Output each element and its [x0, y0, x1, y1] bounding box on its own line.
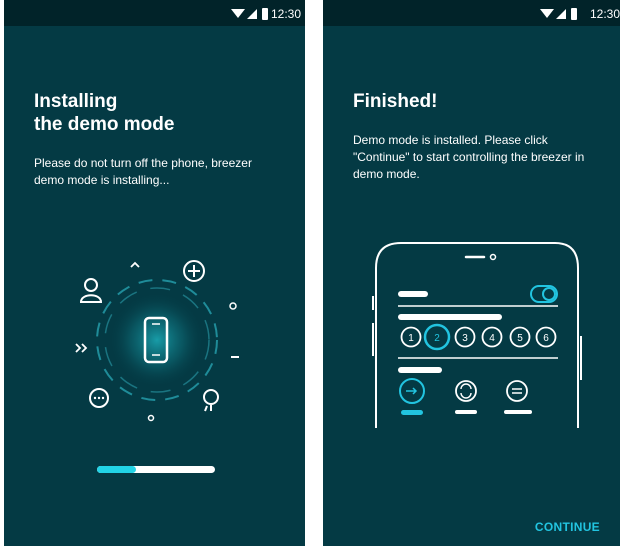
chevron-up-icon — [130, 261, 140, 268]
signal-icon — [247, 9, 257, 19]
mock-label-bar — [398, 291, 428, 297]
wifi-icon — [540, 9, 554, 18]
phone-illustration: 1 2 3 4 5 6 — [372, 242, 582, 428]
mock-label-bar — [398, 367, 442, 373]
page-title: Installing the demo mode — [34, 90, 174, 136]
small-circle-dot-bottom — [147, 414, 155, 422]
status-bar: 12:30 — [323, 0, 620, 26]
speed-option: 6 — [535, 326, 557, 348]
install-screen: 12:30 Installing the demo mode Please do… — [4, 0, 305, 546]
mode-underline-active — [401, 410, 423, 415]
title-line-2: the demo mode — [34, 114, 175, 135]
status-icons — [540, 8, 577, 20]
speed-option: 5 — [509, 326, 531, 348]
speed-option-label: 2 — [434, 333, 440, 344]
speed-option-label: 3 — [462, 333, 468, 344]
status-bar: 12:30 — [4, 0, 305, 26]
speed-option-label: 4 — [489, 333, 495, 344]
install-message: Please do not turn off the phone, breeze… — [34, 156, 252, 187]
continue-button[interactable]: CONTINUE — [535, 520, 600, 534]
chat-icon — [89, 388, 109, 408]
lightbulb-icon — [203, 389, 219, 412]
recycle-circle-icon — [506, 380, 528, 402]
speed-option-label: 1 — [408, 333, 414, 344]
title-line-1: Installing — [34, 91, 118, 112]
speed-option: 2 — [423, 323, 451, 351]
progress-fill — [97, 466, 136, 473]
status-time: 12:30 — [271, 7, 302, 21]
refresh-circle-icon — [455, 380, 477, 402]
speed-option: 1 — [400, 326, 422, 348]
battery-icon — [262, 8, 268, 20]
finished-screen: 12:30 Finished! Demo mode is installed. … — [323, 0, 620, 546]
glow-circle — [109, 292, 205, 388]
toggle-icon — [530, 285, 558, 303]
person-icon — [79, 278, 103, 303]
status-time: 12:30 — [590, 7, 620, 21]
small-circle-dot — [229, 302, 237, 310]
mode-underline — [504, 410, 532, 414]
arrow-circle-icon — [399, 378, 425, 404]
mock-label-bar — [398, 314, 502, 320]
mode-underline — [455, 410, 477, 414]
status-icons — [231, 8, 268, 20]
progress-bar — [97, 466, 215, 473]
page-title: Finished! — [353, 91, 438, 112]
speed-option: 3 — [454, 326, 476, 348]
signal-icon — [556, 9, 566, 19]
double-chevron-icon — [75, 343, 88, 353]
wifi-icon — [231, 9, 245, 18]
speed-option: 4 — [481, 326, 503, 348]
plus-circle-icon — [183, 260, 205, 282]
speed-selector: 1 2 3 4 5 6 — [400, 323, 557, 351]
finished-message: Demo mode is installed. Please click "Co… — [353, 133, 585, 181]
install-illustration — [75, 260, 239, 422]
battery-icon — [571, 8, 577, 20]
speed-option-label: 6 — [543, 333, 549, 344]
speed-option-label: 5 — [517, 333, 523, 344]
phone-camera — [489, 253, 497, 261]
